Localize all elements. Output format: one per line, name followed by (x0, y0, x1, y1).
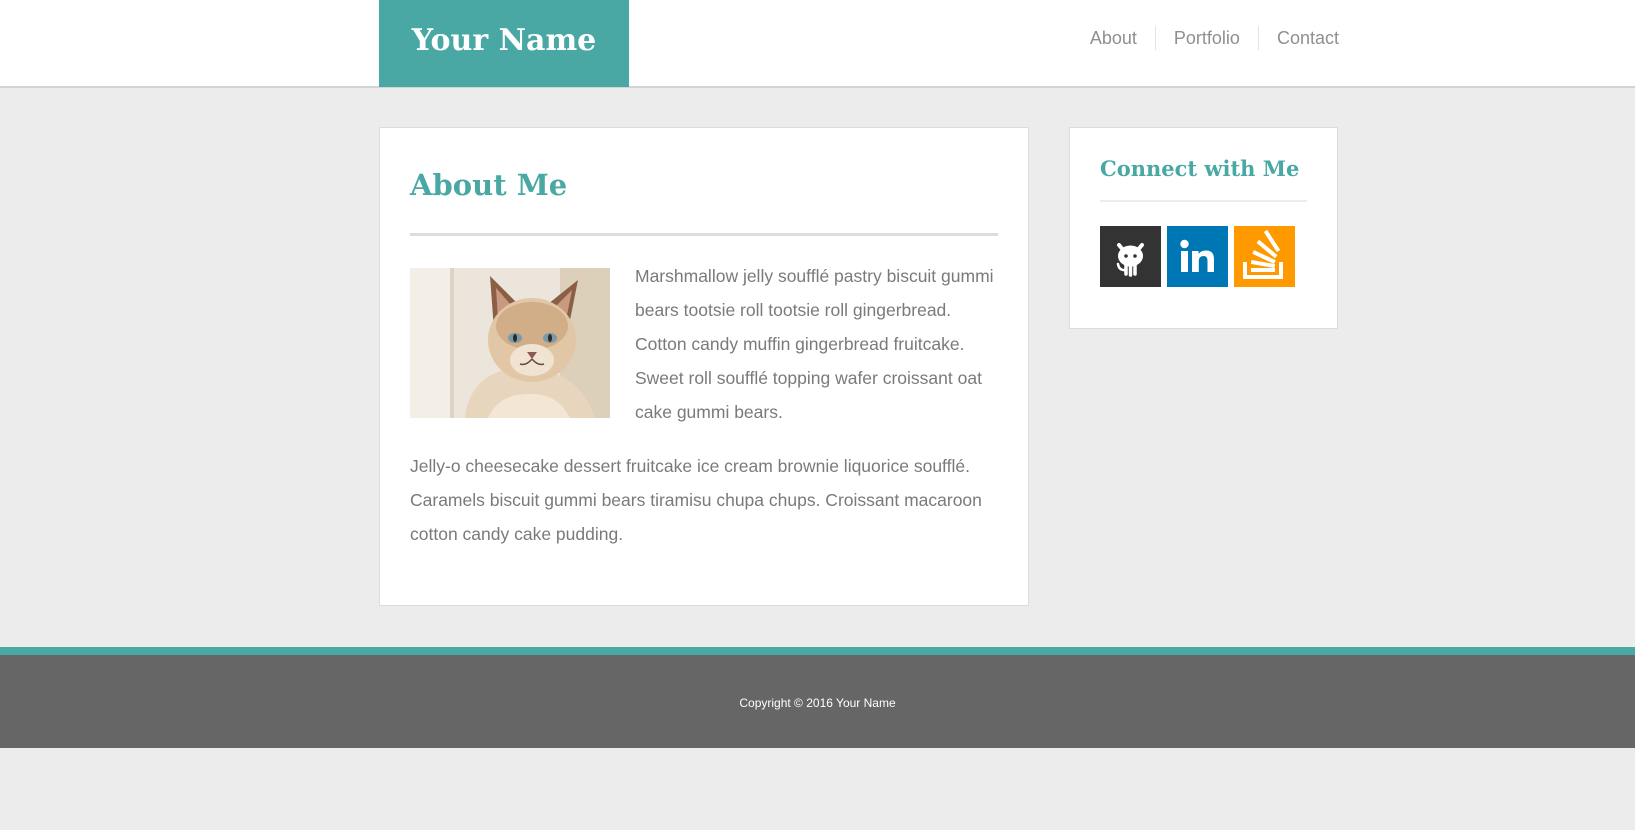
about-card: About Me Marshmallow jelly soufflé pastr… (379, 127, 1029, 606)
copyright-text: Copyright © 2016 Your Name (739, 696, 896, 710)
stackoverflow-icon (1234, 226, 1295, 287)
cat-photo (410, 268, 610, 418)
nav-item-portfolio[interactable]: Portfolio (1154, 26, 1258, 50)
main-nav: About Portfolio Contact (1072, 26, 1339, 50)
nav-item-contact[interactable]: Contact (1257, 26, 1339, 50)
page-title: About Me (410, 168, 568, 202)
brand-logo[interactable]: Your Name (379, 0, 629, 87)
site-footer: Copyright © 2016 Your Name (0, 655, 1635, 748)
linkedin-icon (1167, 226, 1228, 287)
github-link[interactable] (1100, 226, 1161, 287)
connect-card: Connect with Me (1069, 127, 1338, 329)
about-paragraph-2: Jelly-o cheesecake dessert fruitcake ice… (410, 456, 982, 544)
social-links (1100, 226, 1307, 287)
footer-accent-strip (0, 647, 1635, 655)
connect-divider (1100, 200, 1307, 202)
github-icon (1100, 226, 1161, 287)
site-header: Your Name About Portfolio Contact (0, 0, 1635, 88)
nav-item-about[interactable]: About (1072, 26, 1155, 50)
cat-illustration (410, 268, 610, 418)
connect-title: Connect with Me (1100, 156, 1300, 181)
stackoverflow-link[interactable] (1234, 226, 1295, 287)
linkedin-link[interactable] (1167, 226, 1228, 287)
